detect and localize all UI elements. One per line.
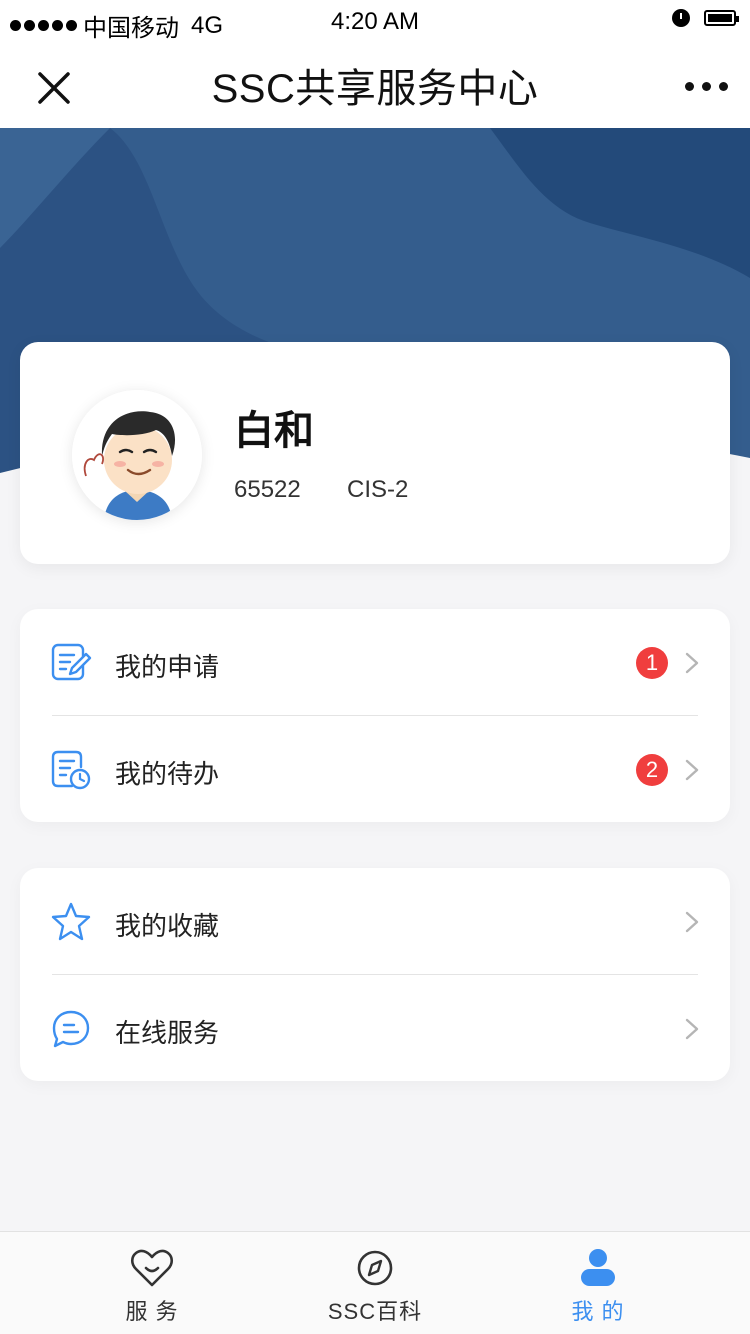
status-right	[672, 9, 739, 27]
user-icon	[581, 1249, 615, 1286]
menu-item-label: 我的待办	[115, 759, 220, 789]
menu-item-online-service[interactable]: 在线服务	[20, 975, 730, 1081]
tab-label: 服 务	[125, 1299, 179, 1324]
compass-icon	[357, 1250, 393, 1286]
menu-item-my-applications[interactable]: 我的申请 1	[20, 609, 730, 715]
menu-item-label: 在线服务	[115, 1018, 220, 1048]
tab-mine[interactable]: 我 的	[473, 1232, 723, 1334]
menu-item-label: 我的收藏	[115, 911, 220, 941]
chevron-right-icon	[685, 759, 699, 781]
edit-document-icon	[51, 643, 92, 681]
profile-name: 白和	[234, 409, 314, 453]
avatar[interactable]	[72, 390, 202, 520]
menu-item-label: 我的申请	[115, 652, 220, 682]
profile-dept: CIS-2	[347, 476, 409, 503]
tab-services[interactable]: 服 务	[27, 1232, 277, 1334]
profile-id: 65522	[234, 476, 301, 503]
tab-ssc-wiki[interactable]: SSC百科	[250, 1232, 500, 1334]
battery-icon	[704, 10, 739, 26]
document-clock-icon	[51, 750, 91, 790]
chevron-right-icon	[685, 652, 699, 674]
tab-label: 我 的	[571, 1299, 625, 1324]
menu-card-services: 我的收藏 在线服务	[20, 868, 730, 1081]
page-title: SSC共享服务中心	[211, 67, 539, 111]
status-time: 4:20 AM	[330, 8, 420, 35]
close-icon[interactable]	[36, 70, 72, 106]
star-icon	[51, 902, 91, 941]
chat-bubble-icon	[52, 1010, 90, 1048]
menu-item-my-todos[interactable]: 我的待办 2	[20, 716, 730, 822]
alarm-icon	[672, 9, 690, 27]
count-badge: 2	[636, 754, 668, 786]
tab-bar: 服 务 SSC百科 我 的	[0, 1231, 750, 1334]
status-bar: 中国移动 4G 4:20 AM	[0, 0, 750, 42]
more-icon[interactable]	[685, 82, 728, 91]
chevron-right-icon	[685, 911, 699, 933]
profile-card[interactable]: 白和 65522 CIS-2	[20, 342, 730, 564]
nav-bar: SSC共享服务中心	[0, 42, 750, 128]
menu-item-my-favorites[interactable]: 我的收藏	[20, 868, 730, 974]
menu-card-requests: 我的申请 1 我的待办 2	[20, 609, 730, 822]
chevron-right-icon	[685, 1018, 699, 1040]
count-badge: 1	[636, 647, 668, 679]
tab-label: SSC百科	[327, 1299, 423, 1324]
heart-smile-icon	[130, 1249, 174, 1287]
